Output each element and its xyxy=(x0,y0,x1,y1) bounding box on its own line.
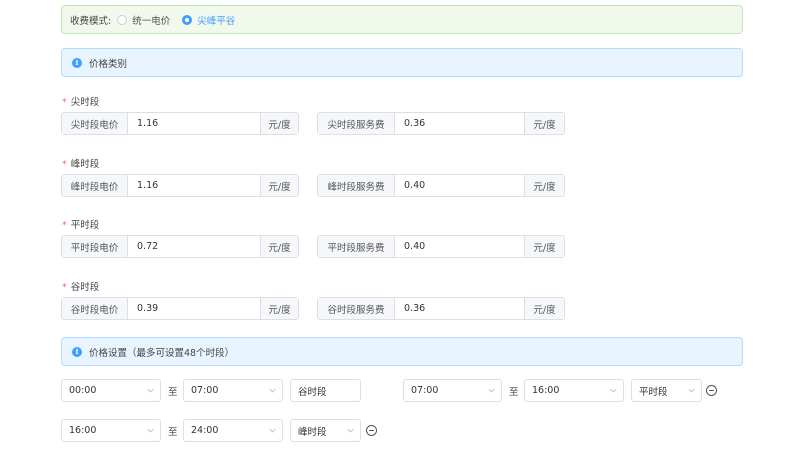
slot-3-end-select[interactable]: 24:00 xyxy=(183,419,283,442)
valley-price-input[interactable]: 0.39 xyxy=(128,298,260,319)
slot-1-start-select[interactable]: 00:00 xyxy=(61,379,161,402)
slot-2-to-label: 至 xyxy=(509,387,519,398)
radio-checked-icon[interactable] xyxy=(182,14,193,25)
period-label-sharp: * 尖时段 xyxy=(62,97,100,108)
slot-3-to-label: 至 xyxy=(168,427,178,438)
chevron-down-icon xyxy=(269,388,276,393)
chevron-down-icon xyxy=(147,388,154,393)
slot-1-to-label: 至 xyxy=(168,387,178,398)
sharp-fee-input[interactable]: 0.36 xyxy=(395,113,524,134)
valley-fee-input[interactable]: 0.36 xyxy=(395,298,524,319)
slot-1-end-select[interactable]: 07:00 xyxy=(183,379,283,402)
period-label-flat: * 平时段 xyxy=(62,220,100,231)
flat-fee-label: 平时段服务费 xyxy=(318,236,395,257)
peak-price-group: 峰时段电价 1.16 元/度 xyxy=(61,174,299,197)
peak-fee-unit: 元/度 xyxy=(524,175,564,196)
flat-price-unit: 元/度 xyxy=(260,236,298,257)
flat-fee-unit: 元/度 xyxy=(524,236,564,257)
radio-unchecked-icon[interactable] xyxy=(117,14,128,25)
chevron-down-icon xyxy=(610,388,617,393)
radio-unified-price-label: 统一电价 xyxy=(132,15,171,27)
price-settings-bar: i 价格设置（最多可设置48个时段） xyxy=(61,337,743,366)
sharp-price-input[interactable]: 1.16 xyxy=(128,113,260,134)
info-icon: i xyxy=(72,57,82,68)
valley-fee-unit: 元/度 xyxy=(524,298,564,319)
valley-price-unit: 元/度 xyxy=(260,298,298,319)
chevron-down-icon xyxy=(488,388,495,393)
peak-price-label: 峰时段电价 xyxy=(62,175,128,196)
sharp-fee-label: 尖时段服务费 xyxy=(318,113,395,134)
peak-fee-group: 峰时段服务费 0.40 元/度 xyxy=(317,174,565,197)
price-settings-title: 价格设置（最多可设置48个时段） xyxy=(89,347,235,359)
charging-mode-bar: 收费模式: 统一电价 尖峰平谷 xyxy=(61,5,743,34)
valley-price-group: 谷时段电价 0.39 元/度 xyxy=(61,297,299,320)
slot-2-period-select[interactable]: 平时段 xyxy=(631,379,702,402)
charging-mode-label: 收费模式: xyxy=(70,15,112,27)
period-label-peak: * 峰时段 xyxy=(62,159,100,170)
flat-fee-input[interactable]: 0.40 xyxy=(395,236,524,257)
flat-price-label: 平时段电价 xyxy=(62,236,128,257)
radio-unified-price[interactable]: 统一电价 xyxy=(117,13,170,27)
peak-price-input[interactable]: 1.16 xyxy=(128,175,260,196)
slot-3-period-select[interactable]: 峰时段 xyxy=(290,419,361,442)
valley-fee-label: 谷时段服务费 xyxy=(318,298,395,319)
peak-fee-label: 峰时段服务费 xyxy=(318,175,395,196)
flat-price-input[interactable]: 0.72 xyxy=(128,236,260,257)
period-label-valley: * 谷时段 xyxy=(62,282,100,293)
slot-3-start-select[interactable]: 16:00 xyxy=(61,419,161,442)
remove-slot-2-icon[interactable] xyxy=(706,385,717,396)
slot-2-end-select[interactable]: 16:00 xyxy=(524,379,624,402)
chevron-down-icon xyxy=(147,428,154,433)
remove-slot-3-icon[interactable] xyxy=(366,425,377,436)
price-category-bar: i 价格类别 xyxy=(61,48,743,77)
valley-fee-group: 谷时段服务费 0.36 元/度 xyxy=(317,297,565,320)
sharp-price-label: 尖时段电价 xyxy=(62,113,128,134)
sharp-price-group: 尖时段电价 1.16 元/度 xyxy=(61,112,299,135)
radio-peak-valley-label: 尖峰平谷 xyxy=(197,15,236,27)
chevron-down-icon xyxy=(688,388,695,393)
flat-price-group: 平时段电价 0.72 元/度 xyxy=(61,235,299,258)
slot-1-period-select[interactable]: 谷时段 xyxy=(290,379,361,402)
info-icon: i xyxy=(72,346,82,357)
peak-fee-input[interactable]: 0.40 xyxy=(395,175,524,196)
chevron-down-icon xyxy=(347,428,354,433)
peak-price-unit: 元/度 xyxy=(260,175,298,196)
sharp-price-unit: 元/度 xyxy=(260,113,298,134)
sharp-fee-group: 尖时段服务费 0.36 元/度 xyxy=(317,112,565,135)
slot-2-start-select[interactable]: 07:00 xyxy=(403,379,502,402)
flat-fee-group: 平时段服务费 0.40 元/度 xyxy=(317,235,565,258)
chevron-down-icon xyxy=(269,428,276,433)
radio-peak-valley[interactable]: 尖峰平谷 xyxy=(182,13,235,27)
sharp-fee-unit: 元/度 xyxy=(524,113,564,134)
valley-price-label: 谷时段电价 xyxy=(62,298,128,319)
price-category-title: 价格类别 xyxy=(89,58,128,70)
